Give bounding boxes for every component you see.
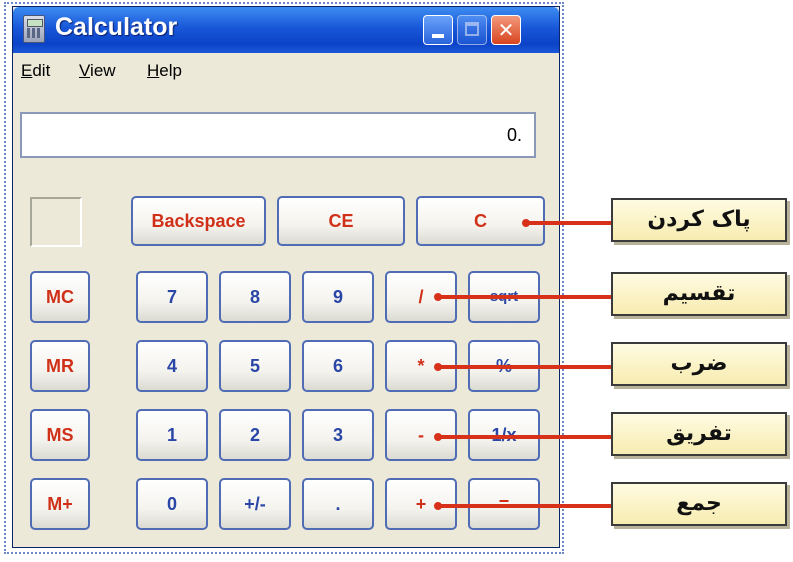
divide-pointer-line (438, 295, 614, 299)
multiply-pointer-line (438, 365, 614, 369)
label-divide: تقسیم (611, 272, 787, 316)
close-icon: ✕ (497, 18, 515, 42)
key-4[interactable]: 4 (136, 340, 208, 392)
decimal-button[interactable]: . (302, 478, 374, 530)
menu-help[interactable]: Help (147, 61, 182, 81)
ms-button[interactable]: MS (30, 409, 90, 461)
mplus-button[interactable]: M+ (30, 478, 90, 530)
maximize-icon (465, 22, 479, 36)
label-clear: پاک کردن (611, 198, 787, 242)
key-0[interactable]: 0 (136, 478, 208, 530)
label-add: جمع (611, 482, 787, 526)
subtract-pointer-line (438, 435, 614, 439)
ce-button[interactable]: CE (277, 196, 405, 246)
mc-button[interactable]: MC (30, 271, 90, 323)
memory-indicator (30, 197, 82, 247)
menu-view[interactable]: View (79, 61, 116, 81)
menu-edit[interactable]: Edit (21, 61, 50, 81)
key-9[interactable]: 9 (302, 271, 374, 323)
minimize-icon (432, 34, 444, 38)
close-button[interactable]: ✕ (491, 15, 521, 45)
maximize-button[interactable] (457, 15, 487, 45)
key-6[interactable]: 6 (302, 340, 374, 392)
key-8[interactable]: 8 (219, 271, 291, 323)
key-7[interactable]: 7 (136, 271, 208, 323)
menu-bar: Edit View Help (13, 53, 559, 89)
title-bar[interactable]: Calculator ✕ (13, 7, 559, 53)
key-3[interactable]: 3 (302, 409, 374, 461)
key-5[interactable]: 5 (219, 340, 291, 392)
key-1[interactable]: 1 (136, 409, 208, 461)
clear-pointer-line (526, 221, 614, 225)
key-2[interactable]: 2 (219, 409, 291, 461)
mr-button[interactable]: MR (30, 340, 90, 392)
label-subtract: تفریق (611, 412, 787, 456)
add-pointer-line (438, 504, 614, 508)
plus-minus-button[interactable]: +/- (219, 478, 291, 530)
window-title: Calculator (55, 13, 178, 41)
backspace-button[interactable]: Backspace (131, 196, 266, 246)
minimize-button[interactable] (423, 15, 453, 45)
calculator-app-icon (23, 15, 45, 43)
display-field: 0. (20, 112, 536, 158)
label-multiply: ضرب (611, 342, 787, 386)
